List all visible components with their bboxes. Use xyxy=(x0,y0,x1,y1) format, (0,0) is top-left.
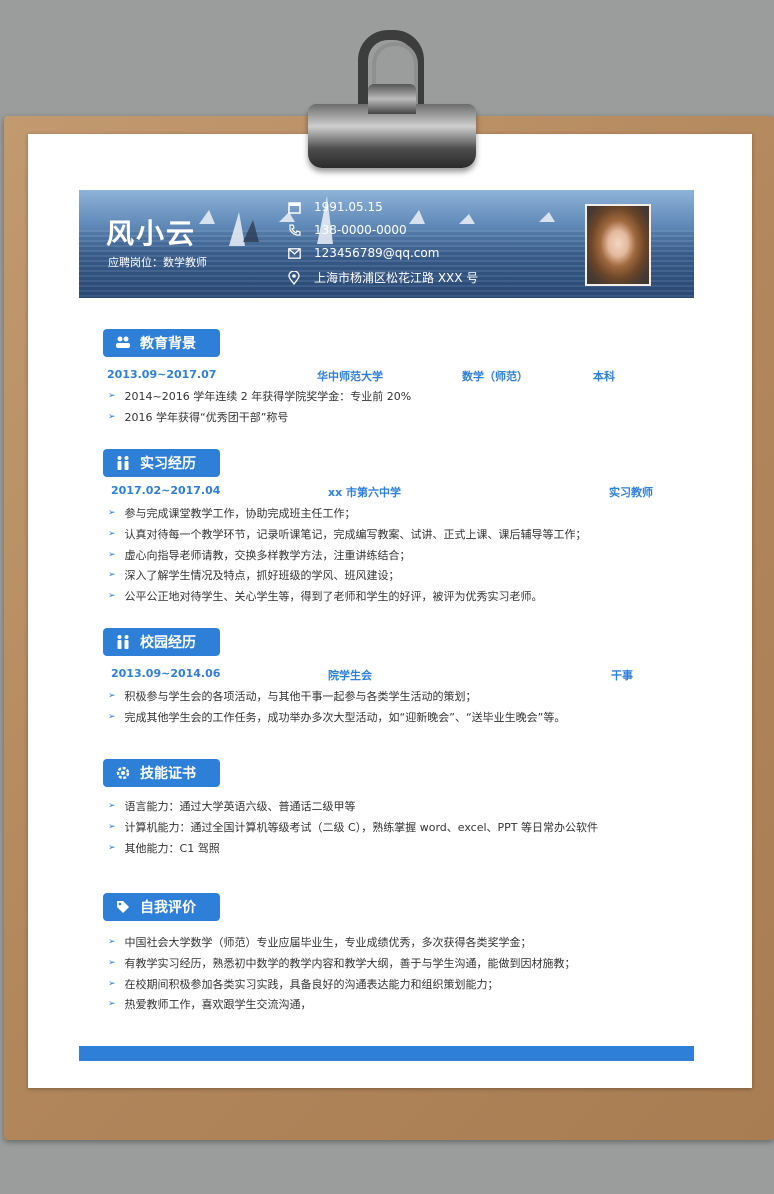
education-section-header: 教育背景 xyxy=(103,329,220,357)
arrow-bullet-icon: ➢ xyxy=(108,391,116,401)
arrow-bullet-icon: ➢ xyxy=(108,712,116,722)
campus-section-header: 校园经历 xyxy=(103,628,220,656)
arrow-bullet-icon: ➢ xyxy=(108,570,116,580)
two-persons-icon xyxy=(115,455,131,471)
list-item: ➢ 完成其他学生会的工作任务，成功举办多次大型活动，如“迎新晚会”、“送毕业生晚会… xyxy=(108,709,565,725)
phone-icon xyxy=(287,223,301,237)
location-pin-icon xyxy=(287,270,301,285)
address-row: 上海市杨浦区松花江路 XXX 号 xyxy=(287,269,478,286)
list-item-text: 其他能力：C1 驾照 xyxy=(124,842,220,855)
applied-position: 应聘岗位：数学教师 xyxy=(108,256,207,269)
campus-org: 院学生会 xyxy=(328,669,372,682)
skills-section-header: 技能证书 xyxy=(103,759,220,787)
two-persons-icon xyxy=(115,634,131,650)
arrow-bullet-icon: ➢ xyxy=(108,822,116,832)
education-period: 2013.09~2017.07 xyxy=(107,368,217,381)
list-item-text: 计算机能力：通过全国计算机等级考试（二级 C），熟练掌握 word、excel、… xyxy=(124,821,599,834)
arrow-bullet-icon: ➢ xyxy=(108,591,116,601)
list-item: ➢ 其他能力：C1 驾照 xyxy=(108,840,220,856)
section-title: 教育背景 xyxy=(140,336,196,352)
list-item: ➢ 中国社会大学数学（师范）专业应届毕业生，专业成绩优秀，多次获得各类奖学金； xyxy=(108,934,532,950)
footer-bar xyxy=(79,1046,694,1061)
list-item: ➢ 2014~2016 学年连续 2 年获得学院奖学金：专业前 20% xyxy=(108,388,411,404)
arrow-bullet-icon: ➢ xyxy=(108,508,116,518)
arrow-bullet-icon: ➢ xyxy=(108,691,116,701)
list-item-text: 认真对待每一个教学环节，记录听课笔记，完成编写教案、试讲、正式上课、课后辅导等工… xyxy=(124,528,587,541)
list-item-text: 2016 学年获得“优秀团干部”称号 xyxy=(124,411,289,424)
list-item: ➢ 认真对待每一个教学环节，记录听课笔记，完成编写教案、试讲、正式上课、课后辅导等… xyxy=(108,526,587,542)
home-address: 上海市杨浦区松花江路 XXX 号 xyxy=(314,271,479,285)
list-item-text: 深入了解学生情况及特点，抓好班级的学风、班风建设； xyxy=(124,569,400,582)
sailboat-icon xyxy=(539,212,555,222)
arrow-bullet-icon: ➢ xyxy=(108,801,116,811)
list-item: ➢ 在校期间积极参加各类实习实践，具备良好的沟通表达能力和组织策划能力； xyxy=(108,976,499,992)
list-item: ➢ 有教学实习经历，熟悉初中数学的教学内容和教学大纲，善于与学生沟通，能做到因材施… xyxy=(108,955,576,971)
sailboat-icon xyxy=(243,220,259,242)
list-item-text: 参与完成课堂教学工作，协助完成班主任工作； xyxy=(124,507,356,520)
phone-row: 138-0000-0000 xyxy=(287,223,407,237)
list-item: ➢ 2016 学年获得“优秀团干部”称号 xyxy=(108,409,288,425)
gear-icon xyxy=(115,765,131,781)
arrow-bullet-icon: ➢ xyxy=(108,999,116,1009)
list-item: ➢ 热爱教师工作，喜欢跟学生交流沟通， xyxy=(108,996,312,1012)
list-item: ➢ 公平公正地对待学生、关心学生等，得到了老师和学生的好评，被评为优秀实习老师。 xyxy=(108,588,543,604)
section-title: 技能证书 xyxy=(140,766,196,782)
campus-role: 干事 xyxy=(611,669,633,682)
list-item: ➢ 虚心向指导老师请教，交换多样教学方法，注重讲练结合； xyxy=(108,547,411,563)
calendar-icon xyxy=(287,200,301,214)
list-item-text: 积极参与学生会的各项活动，与其他干事一起参与各类学生活动的策划； xyxy=(124,690,477,703)
section-title: 自我评价 xyxy=(140,900,196,916)
internship-section-header: 实习经历 xyxy=(103,449,220,477)
list-item-text: 有教学实习经历，熟悉初中数学的教学内容和教学大纲，善于与学生沟通，能做到因材施教… xyxy=(124,957,576,970)
section-title: 校园经历 xyxy=(140,635,196,651)
education-degree: 本科 xyxy=(593,370,615,383)
sailboat-icon xyxy=(459,214,475,224)
campus-period: 2013.09~2014.06 xyxy=(111,667,221,680)
list-item-text: 语言能力：通过大学英语六级、普通话二级甲等 xyxy=(124,800,356,813)
email-row: 123456789@qq.com xyxy=(287,246,439,260)
list-item: ➢ 计算机能力：通过全国计算机等级考试（二级 C），熟练掌握 word、excel… xyxy=(108,819,598,835)
internship-org: xx 市第六中学 xyxy=(328,486,402,499)
arrow-bullet-icon: ➢ xyxy=(108,937,116,947)
list-item: ➢ 参与完成课堂教学工作，协助完成班主任工作； xyxy=(108,505,356,521)
email-address: 123456789@qq.com xyxy=(314,246,440,260)
birth-date: 1991.05.15 xyxy=(314,200,383,214)
profile-photo xyxy=(585,204,651,286)
people-icon xyxy=(115,335,131,351)
binder-clip xyxy=(308,84,476,168)
arrow-bullet-icon: ➢ xyxy=(108,529,116,539)
arrow-bullet-icon: ➢ xyxy=(108,979,116,989)
list-item: ➢ 积极参与学生会的各项活动，与其他干事一起参与各类学生活动的策划； xyxy=(108,688,477,704)
section-title: 实习经历 xyxy=(140,456,196,472)
list-item-text: 热爱教师工作，喜欢跟学生交流沟通， xyxy=(124,998,312,1011)
internship-period: 2017.02~2017.04 xyxy=(111,484,221,497)
internship-role: 实习教师 xyxy=(609,486,653,499)
list-item: ➢ 语言能力：通过大学英语六级、普通话二级甲等 xyxy=(108,798,356,814)
candidate-name: 风小云 xyxy=(106,217,197,250)
sailboat-icon xyxy=(409,210,425,224)
education-school: 华中师范大学 xyxy=(317,370,383,383)
arrow-bullet-icon: ➢ xyxy=(108,412,116,422)
envelope-icon xyxy=(287,246,301,260)
list-item-text: 公平公正地对待学生、关心学生等，得到了老师和学生的好评，被评为优秀实习老师。 xyxy=(124,590,543,603)
sailboat-icon xyxy=(199,210,215,224)
tag-icon xyxy=(115,899,131,915)
phone-number: 138-0000-0000 xyxy=(314,223,407,237)
list-item-text: 虚心向指导老师请教，交换多样教学方法，注重讲练结合； xyxy=(124,549,411,562)
arrow-bullet-icon: ➢ xyxy=(108,843,116,853)
list-item-text: 中国社会大学数学（师范）专业应届毕业生，专业成绩优秀，多次获得各类奖学金； xyxy=(124,936,532,949)
list-item: ➢ 深入了解学生情况及特点，抓好班级的学风、班风建设； xyxy=(108,567,400,583)
education-major: 数学（师范） xyxy=(462,370,528,383)
birth-row: 1991.05.15 xyxy=(287,200,383,214)
arrow-bullet-icon: ➢ xyxy=(108,550,116,560)
list-item-text: 2014~2016 学年连续 2 年获得学院奖学金：专业前 20% xyxy=(124,390,412,403)
list-item-text: 完成其他学生会的工作任务，成功举办多次大型活动，如“迎新晚会”、“送毕业生晚会”… xyxy=(124,711,566,724)
self-evaluation-section-header: 自我评价 xyxy=(103,893,220,921)
list-item-text: 在校期间积极参加各类实习实践，具备良好的沟通表达能力和组织策划能力； xyxy=(124,978,499,991)
arrow-bullet-icon: ➢ xyxy=(108,958,116,968)
